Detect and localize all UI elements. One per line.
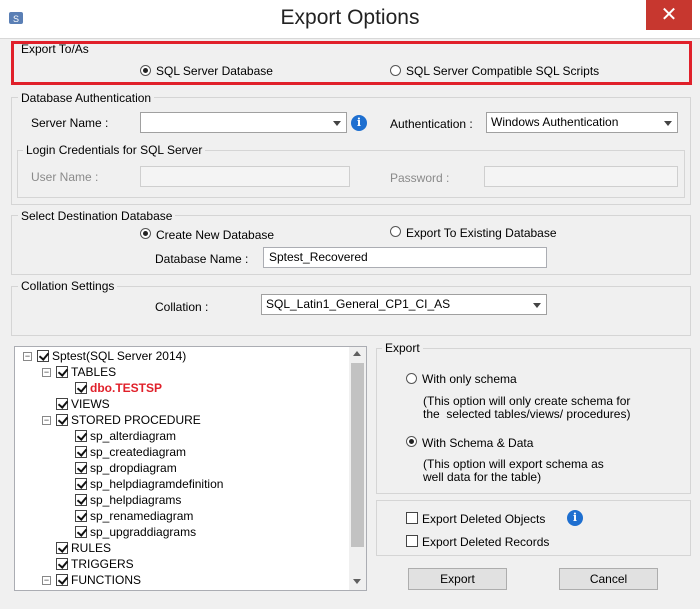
export-to-group	[11, 41, 692, 85]
tree-checkbox-rules[interactable]	[56, 542, 68, 554]
tree-rules-label[interactable]: RULES	[71, 541, 111, 555]
window-title: Export Options	[280, 6, 420, 29]
chevron-down-icon	[533, 303, 541, 308]
export-deleted-objects-checkbox[interactable]	[406, 512, 418, 524]
authentication-label: Authentication :	[390, 117, 473, 131]
authentication-value: Windows Authentication	[491, 115, 619, 129]
collapse-icon[interactable]: −	[42, 368, 51, 377]
tree-scrollbar[interactable]	[349, 347, 366, 590]
export-deleted-records-checkbox[interactable]	[406, 535, 418, 547]
tree-views-label[interactable]: VIEWS	[71, 397, 110, 411]
export-existing-database-label: Export To Existing Database	[406, 226, 557, 240]
tree-checkbox-stored-procedure[interactable]	[56, 414, 68, 426]
create-new-database-radio[interactable]	[140, 228, 151, 239]
close-button[interactable]: ✕	[646, 0, 692, 30]
server-name-select[interactable]	[140, 112, 347, 133]
collation-value: SQL_Latin1_General_CP1_CI_AS	[266, 297, 451, 311]
tree-checkbox-procedure[interactable]	[75, 510, 87, 522]
tree-checkbox-root[interactable]	[37, 350, 49, 362]
schema-and-data-desc-line1: (This option will export schema as	[423, 457, 604, 471]
tree-checkbox-functions[interactable]	[56, 574, 68, 586]
database-name-label: Database Name :	[155, 252, 249, 266]
tree-stored-procedure-label[interactable]: STORED PROCEDURE	[71, 413, 201, 427]
tree-scrollbar-thumb[interactable]	[351, 363, 364, 547]
schema-only-desc-line1: (This option will only create schema for	[423, 394, 631, 408]
user-name-label: User Name :	[31, 170, 99, 184]
info-icon[interactable]: i	[567, 510, 583, 526]
scroll-down-icon[interactable]	[353, 579, 361, 584]
export-deleted-records-label: Export Deleted Records	[422, 535, 550, 549]
password-label: Password :	[390, 171, 450, 185]
tree-tables-label[interactable]: TABLES	[71, 365, 116, 379]
sql-server-database-radio[interactable]	[140, 65, 151, 76]
collation-label: Collation :	[155, 300, 209, 314]
tree-root-label[interactable]: Sptest(SQL Server 2014)	[52, 349, 186, 363]
tree-functions-label[interactable]: FUNCTIONS	[71, 573, 141, 587]
collapse-icon[interactable]: −	[23, 352, 32, 361]
schema-only-label: With only schema	[422, 372, 517, 386]
create-new-database-label: Create New Database	[156, 228, 275, 242]
tree-checkbox-procedure[interactable]	[75, 478, 87, 490]
object-tree[interactable]: − Sptest(SQL Server 2014) − TABLES dbo.T…	[14, 346, 367, 591]
collation-select[interactable]: SQL_Latin1_General_CP1_CI_AS	[261, 294, 547, 315]
export-mode-legend: Export	[382, 341, 423, 355]
database-name-input[interactable]: Sptest_Recovered	[263, 247, 547, 268]
authentication-select[interactable]: Windows Authentication	[486, 112, 678, 133]
database-authentication-legend: Database Authentication	[18, 91, 155, 105]
tree-procedure-label[interactable]: sp_helpdiagramdefinition	[90, 477, 223, 491]
export-deleted-objects-label: Export Deleted Objects	[422, 512, 546, 526]
info-icon[interactable]: i	[351, 115, 367, 131]
scroll-up-icon[interactable]	[353, 351, 361, 356]
tree-procedure-label[interactable]: sp_renamediagram	[90, 509, 193, 523]
tree-procedure-label[interactable]: sp_upgraddiagrams	[90, 525, 196, 539]
tree-checkbox-procedure[interactable]	[75, 430, 87, 442]
tree-checkbox-procedure[interactable]	[75, 494, 87, 506]
schema-and-data-label: With Schema & Data	[422, 436, 534, 450]
export-button[interactable]: Export	[408, 568, 507, 590]
schema-only-desc-line2: the selected tables/views/ procedures)	[423, 407, 631, 421]
sql-scripts-label: SQL Server Compatible SQL Scripts	[406, 64, 600, 78]
cancel-button[interactable]: Cancel	[559, 568, 658, 590]
schema-and-data-desc-line2: well data for the table)	[423, 470, 542, 484]
chevron-down-icon	[664, 121, 672, 126]
tree-checkbox-tables[interactable]	[56, 366, 68, 378]
sql-server-database-label: SQL Server Database	[156, 64, 273, 78]
schema-only-radio[interactable]	[406, 373, 417, 384]
chevron-down-icon	[333, 121, 341, 126]
collapse-icon[interactable]: −	[42, 416, 51, 425]
collation-legend: Collation Settings	[18, 279, 118, 293]
tree-procedure-label[interactable]: sp_creatediagram	[90, 445, 186, 459]
tree-procedure-label[interactable]: sp_helpdiagrams	[90, 493, 181, 507]
login-credentials-legend: Login Credentials for SQL Server	[23, 143, 206, 157]
export-to-legend: Export To/As	[21, 42, 89, 56]
tree-checkbox-table-item[interactable]	[75, 382, 87, 394]
tree-procedure-label[interactable]: sp_dropdiagram	[90, 461, 177, 475]
server-name-label: Server Name :	[31, 116, 109, 130]
tree-checkbox-procedure[interactable]	[75, 446, 87, 458]
schema-and-data-radio[interactable]	[406, 436, 417, 447]
export-existing-database-radio[interactable]	[390, 226, 401, 237]
collapse-icon[interactable]: −	[42, 576, 51, 585]
password-input[interactable]	[484, 166, 678, 187]
tree-triggers-label[interactable]: TRIGGERS	[71, 557, 134, 571]
tree-checkbox-procedure[interactable]	[75, 526, 87, 538]
tree-checkbox-procedure[interactable]	[75, 462, 87, 474]
tree-checkbox-triggers[interactable]	[56, 558, 68, 570]
sql-scripts-radio[interactable]	[390, 65, 401, 76]
tree-checkbox-views[interactable]	[56, 398, 68, 410]
user-name-input[interactable]	[140, 166, 350, 187]
tree-procedure-label[interactable]: sp_alterdiagram	[90, 429, 176, 443]
tree-table-item-label[interactable]: dbo.TESTSP	[90, 381, 162, 395]
destination-legend: Select Destination Database	[18, 209, 176, 223]
